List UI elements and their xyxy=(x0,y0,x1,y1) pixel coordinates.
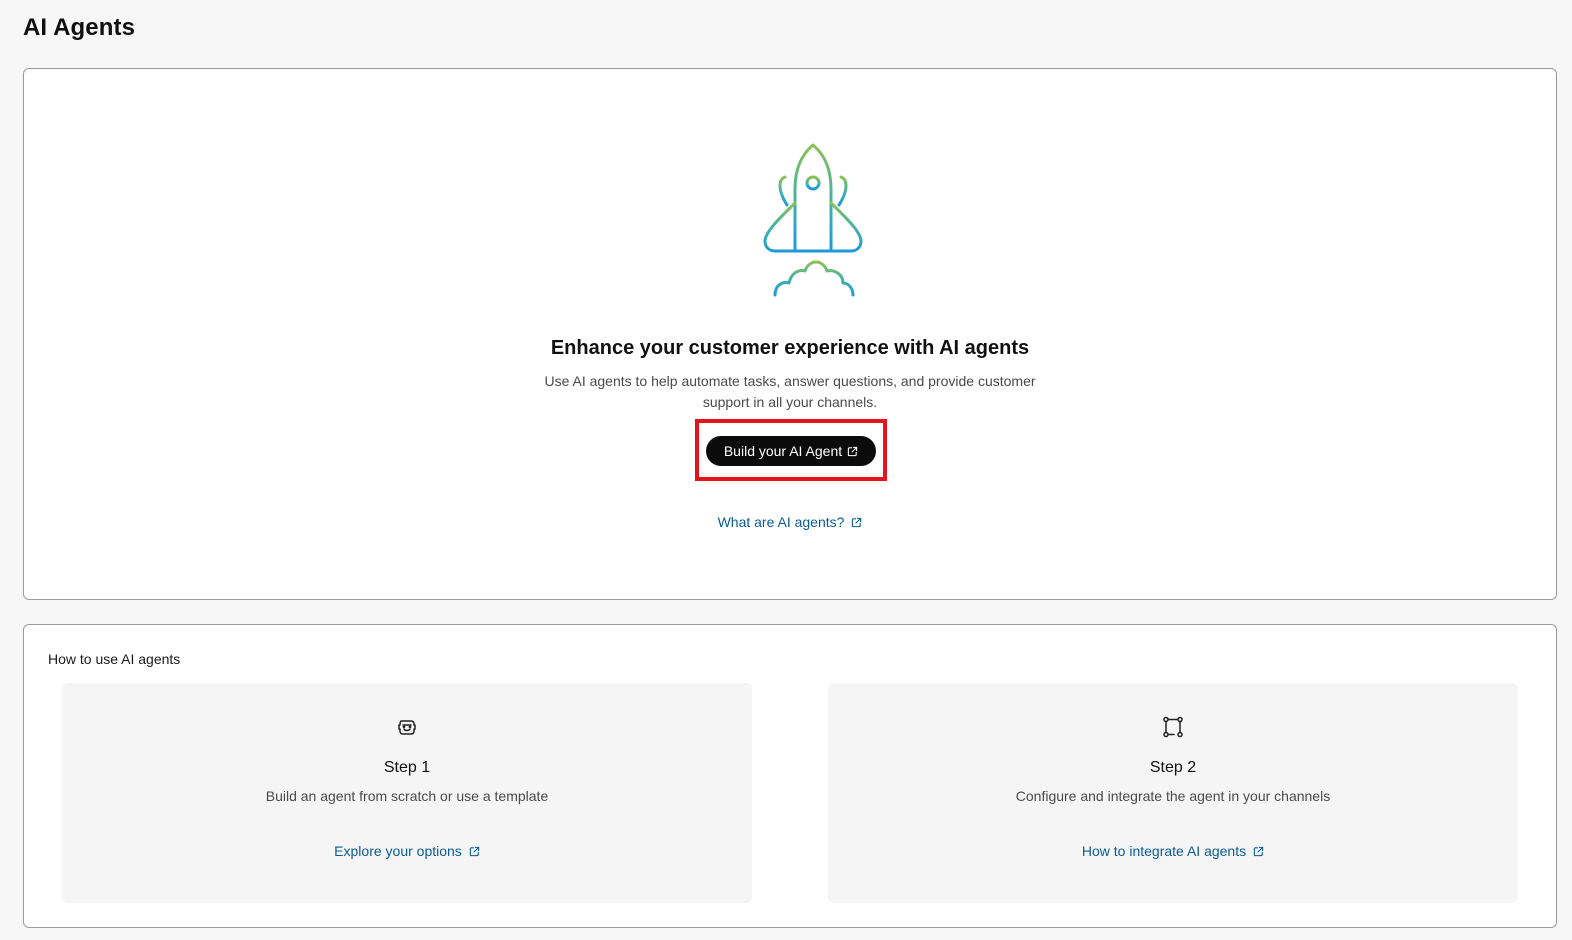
what-are-ai-agents-link[interactable]: What are AI agents? xyxy=(718,514,863,530)
step-2-description: Configure and integrate the agent in you… xyxy=(1015,788,1331,804)
external-link-icon xyxy=(852,517,862,527)
page-title: AI Agents xyxy=(23,14,136,41)
rocket-icon xyxy=(763,143,863,297)
step-1-title: Step 1 xyxy=(383,759,431,776)
what-are-ai-agents-label: What are AI agents? xyxy=(717,514,845,530)
step-2-title: Step 2 xyxy=(1149,759,1197,776)
build-ai-agent-label: Build your AI Agent xyxy=(723,443,843,459)
explore-options-link[interactable]: Explore your options xyxy=(334,843,480,859)
step-1-description: Build an agent from scratch or use a tem… xyxy=(265,788,549,804)
how-to-title: How to use AI agents xyxy=(48,651,181,667)
how-to-card: How to use AI agents Step 1 Build an age… xyxy=(23,624,1557,928)
external-link-icon xyxy=(469,846,479,856)
explore-options-label: Explore your options xyxy=(334,843,462,859)
robot-icon xyxy=(398,720,416,735)
step-card-1: Step 1 Build an agent from scratch or us… xyxy=(62,683,752,903)
external-link-icon xyxy=(1253,846,1264,856)
hero-card: Enhance your customer experience with AI… xyxy=(23,68,1557,600)
external-link-icon xyxy=(847,446,858,456)
hero-title: Enhance your customer experience with AI… xyxy=(550,337,1030,359)
build-ai-agent-button[interactable]: Build your AI Agent xyxy=(706,436,876,466)
hero-description: Use AI agents to help automate tasks, an… xyxy=(544,373,1036,410)
how-to-integrate-link[interactable]: How to integrate AI agents xyxy=(1082,843,1264,859)
flow-icon xyxy=(1163,716,1183,738)
step-card-2: Step 2 Configure and integrate the agent… xyxy=(828,683,1518,903)
how-to-integrate-label: How to integrate AI agents xyxy=(1081,843,1247,859)
